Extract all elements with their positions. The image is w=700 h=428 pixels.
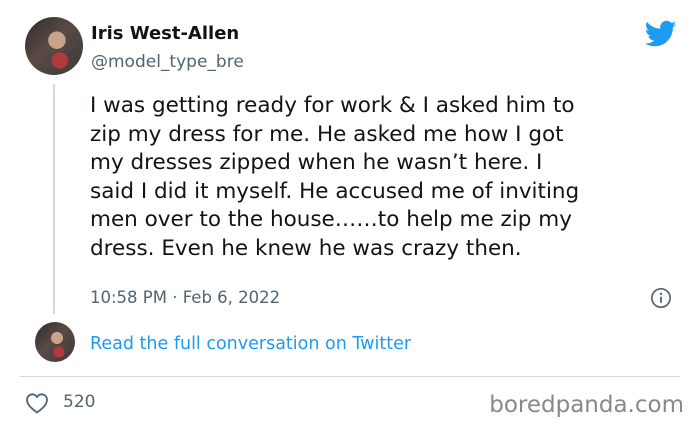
read-conversation-link[interactable]: Read the full conversation on Twitter [90,333,411,355]
watermark: boredpanda.com [489,392,684,418]
info-icon[interactable] [650,287,672,309]
author-handle[interactable]: @model_type_bre [91,51,244,73]
tweet-line: I was getting ready for work & I asked h… [90,93,575,118]
author-avatar[interactable] [25,17,83,75]
tweet-text: I was getting ready for work & I asked h… [90,92,680,263]
thread-connector-line [53,84,55,314]
tweet-line: said I did it myself. He accused me of i… [90,178,580,204]
tweet-line: zip my dress for me. He asked me how I g… [90,121,564,147]
heart-icon[interactable] [25,392,49,414]
tweet-timestamp[interactable]: 10:58 PM · Feb 6, 2022 [90,287,280,309]
tweet-line: my dresses zipped when he wasn’t here. I [90,150,543,175]
tweet-line: dress. Even he knew he was crazy then. [90,235,522,261]
twitter-bird-icon[interactable] [645,20,677,48]
tweet-line: men over to the house……to help me zip my [90,207,572,232]
like-count: 520 [63,392,96,412]
divider [20,376,680,377]
author-name[interactable]: Iris West-Allen [91,23,239,45]
reply-avatar[interactable] [35,322,75,362]
